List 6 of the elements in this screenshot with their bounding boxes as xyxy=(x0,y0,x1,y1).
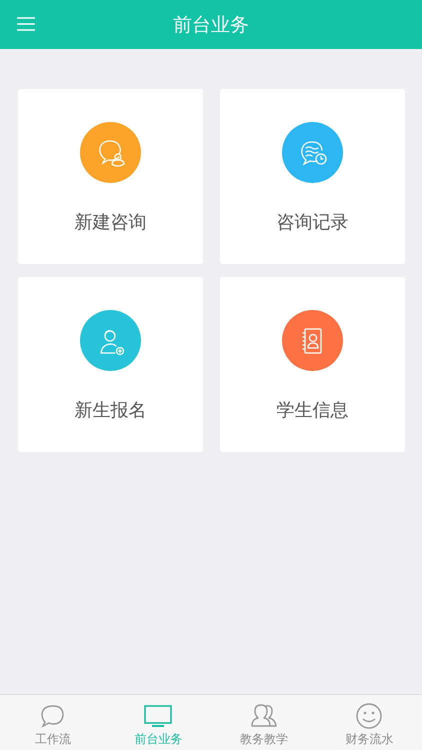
tile-card[interactable]: 新生报名 xyxy=(18,277,203,452)
menu-icon[interactable] xyxy=(16,17,36,31)
page-title: 前台业务 xyxy=(173,12,249,38)
tile-card[interactable]: 咨询记录 xyxy=(220,89,405,264)
tile-card[interactable]: 新建咨询 xyxy=(18,89,203,264)
tile-card[interactable]: 学生信息 xyxy=(220,277,405,452)
